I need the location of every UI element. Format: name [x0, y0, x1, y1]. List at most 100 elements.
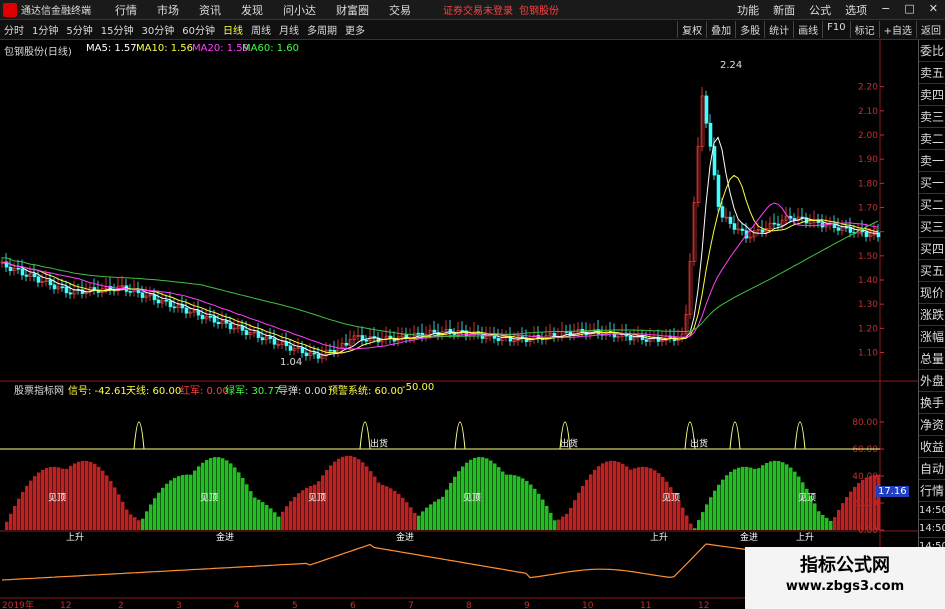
- candle-body: [260, 337, 265, 341]
- side-panel-item[interactable]: 14:50: [919, 520, 945, 538]
- side-panel-item[interactable]: 卖一: [919, 150, 945, 172]
- side-panel-item[interactable]: 买一: [919, 172, 945, 194]
- side-panel-item[interactable]: 委比: [919, 40, 945, 62]
- side-panel-item[interactable]: 换手: [919, 392, 945, 414]
- menu-item-zixun[interactable]: 资讯: [189, 2, 231, 18]
- side-panel-item[interactable]: 卖四: [919, 84, 945, 106]
- period-fenshi[interactable]: 分时: [0, 22, 28, 37]
- candle-body: [444, 328, 449, 332]
- green-army-bar: [165, 483, 169, 530]
- back-button[interactable]: 返回: [916, 21, 945, 38]
- tongji-button[interactable]: 统计: [764, 21, 793, 38]
- candle-body: [352, 335, 357, 340]
- period-more[interactable]: 更多: [341, 22, 369, 37]
- red-army-bar: [873, 474, 877, 530]
- green-army-bar: [161, 487, 165, 530]
- f10-button[interactable]: F10: [822, 21, 849, 38]
- red-army-bar: [581, 485, 585, 530]
- side-panel-item[interactable]: 行情: [919, 480, 945, 502]
- duogu-button[interactable]: 多股: [735, 21, 764, 38]
- annotation-shangsheng: 上升: [66, 532, 84, 543]
- maximize-button[interactable]: □: [897, 2, 921, 18]
- side-panel-item[interactable]: 卖二: [919, 128, 945, 150]
- low-price-label: 1.04: [280, 357, 303, 368]
- red-army-bar: [645, 467, 649, 530]
- side-panel-item[interactable]: 涨跌: [919, 304, 945, 326]
- green-army-bar: [493, 463, 497, 530]
- period-weekly[interactable]: 周线: [247, 22, 275, 37]
- indicator-current-value: 17.16: [876, 486, 909, 497]
- side-panel-item[interactable]: 收益: [919, 436, 945, 458]
- quote-side-panel: 委比 卖五 卖四 卖三 卖二 卖一 买一 买二 买三 买四 买五 现价 涨跌 涨幅 总量 外盘 换手 净资 收益 自动…: [918, 40, 945, 609]
- menu-item-gongneng[interactable]: 功能: [730, 2, 766, 18]
- side-panel-item[interactable]: 自动: [919, 458, 945, 480]
- candle-body: [236, 325, 241, 329]
- side-panel-item[interactable]: 净资: [919, 414, 945, 436]
- green-army-bar: [269, 508, 273, 530]
- candle-body: [416, 332, 421, 335]
- menu-item-wenxiaoda[interactable]: 问小达: [273, 2, 326, 18]
- candle-body: [172, 306, 177, 309]
- diejia-button[interactable]: 叠加: [706, 21, 735, 38]
- candle-body: [212, 316, 217, 323]
- huaxian-button[interactable]: 画线: [793, 21, 822, 38]
- period-30min[interactable]: 30分钟: [137, 22, 178, 37]
- side-panel-item[interactable]: 外盘: [919, 370, 945, 392]
- red-army-bar: [397, 493, 401, 530]
- green-army-bar: [765, 462, 769, 530]
- red-army-bar: [333, 461, 337, 530]
- menu-item-caifuquan[interactable]: 财富圈: [326, 2, 379, 18]
- close-button[interactable]: ✕: [922, 2, 945, 18]
- period-daily[interactable]: 日线: [219, 22, 247, 37]
- green-army-bar: [157, 492, 161, 530]
- period-15min[interactable]: 15分钟: [97, 22, 138, 37]
- red-army-bar: [665, 481, 669, 530]
- red-army-bar: [857, 482, 861, 530]
- side-panel-item[interactable]: 涨幅: [919, 326, 945, 348]
- side-panel-item[interactable]: 14:50: [919, 502, 945, 520]
- candle-body: [808, 222, 813, 225]
- add-watchlist-button[interactable]: +自选: [878, 21, 916, 38]
- side-panel-item[interactable]: 买二: [919, 194, 945, 216]
- period-1min[interactable]: 1分钟: [28, 22, 62, 37]
- side-panel-item[interactable]: 买五: [919, 260, 945, 282]
- candle-body: [200, 314, 205, 320]
- side-panel-item[interactable]: 买四: [919, 238, 945, 260]
- candle-body: [752, 230, 757, 238]
- period-multi[interactable]: 多周期: [303, 22, 341, 37]
- period-60min[interactable]: 60分钟: [178, 22, 219, 37]
- menu-item-gongshi[interactable]: 公式: [802, 2, 838, 18]
- period-monthly[interactable]: 月线: [275, 22, 303, 37]
- candle-body: [712, 146, 717, 176]
- red-army-bar: [17, 498, 21, 530]
- side-panel-item[interactable]: 现价: [919, 282, 945, 304]
- menu-item-jiaoyi[interactable]: 交易: [379, 2, 421, 18]
- menu-item-faxian[interactable]: 发现: [231, 2, 273, 18]
- menu-item-hangqing[interactable]: 行情: [105, 2, 147, 18]
- side-panel-item[interactable]: 买三: [919, 216, 945, 238]
- red-army-bar: [341, 456, 345, 530]
- kline-chart[interactable]: 2.202.102.001.901.801.701.601.501.401.30…: [0, 40, 918, 609]
- side-panel-item[interactable]: 卖五: [919, 62, 945, 84]
- green-army-bar: [237, 472, 241, 530]
- x-axis-year-label: 2019年: [2, 599, 34, 609]
- red-army-bar: [593, 469, 597, 530]
- side-panel-item[interactable]: 卖三: [919, 106, 945, 128]
- menu-item-shichang[interactable]: 市场: [147, 2, 189, 18]
- biaoji-button[interactable]: 标记: [849, 21, 879, 38]
- login-notice[interactable]: 证券交易未登录: [443, 2, 513, 17]
- green-army-bar: [177, 476, 181, 530]
- green-army-bar: [497, 467, 501, 530]
- candle-body: [304, 352, 309, 357]
- menu-item-xuanxiang[interactable]: 选项: [838, 2, 874, 18]
- candle-body: [328, 349, 333, 352]
- red-army-bar: [861, 479, 865, 530]
- red-army-bar: [97, 466, 101, 530]
- red-army-bar: [33, 476, 37, 530]
- menu-item-xinmian[interactable]: 新面: [766, 2, 802, 18]
- side-panel-item[interactable]: 总量: [919, 348, 945, 370]
- fuquan-button[interactable]: 复权: [677, 21, 706, 38]
- period-5min[interactable]: 5分钟: [62, 22, 96, 37]
- candle-body: [120, 285, 125, 287]
- minimize-button[interactable]: −: [874, 2, 897, 18]
